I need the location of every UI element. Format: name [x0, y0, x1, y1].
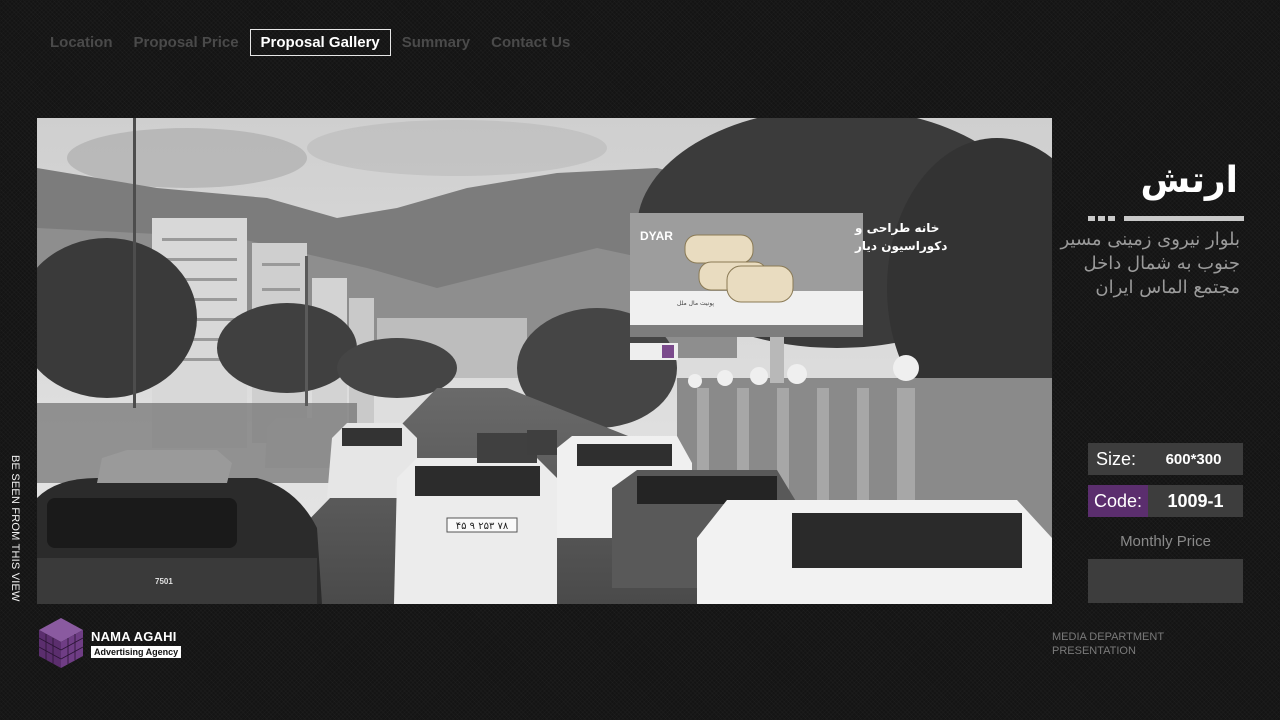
- code-row: Code: 1009-1: [1088, 485, 1243, 517]
- brand-tagline: Advertising Agency: [91, 645, 182, 658]
- nav-summary[interactable]: Summary: [392, 29, 480, 56]
- billboard-photo: DYAR خانه طراحی و دکوراسیون دیار پونیت م…: [37, 118, 1052, 604]
- billboard-headline-line2: دکوراسیون دیار: [854, 239, 947, 254]
- size-label: Size:: [1096, 448, 1137, 469]
- nav-contact-us[interactable]: Contact Us: [481, 29, 580, 56]
- location-address: بلوار نیروی زمینی مسیر جنوب به شمال داخل…: [1060, 229, 1240, 298]
- monthly-price-label: Monthly Price: [1120, 533, 1211, 550]
- side-caption: BE SEEN FROM THIS VIEW: [9, 455, 35, 605]
- billboard-brand: DYAR: [640, 229, 673, 243]
- footer-line-1: MEDIA DEPARTMENT: [1052, 631, 1165, 643]
- footer-line-2: PRESENTATION: [1052, 645, 1136, 657]
- size-row: Size: 600*300: [1088, 443, 1243, 475]
- nav-proposal-price[interactable]: Proposal Price: [124, 29, 249, 56]
- brand-name: NAMA AGAHI: [91, 628, 177, 644]
- nav-location[interactable]: Location: [40, 29, 123, 56]
- car-plate-2: ۴۵ ۹ ۲۵۳ ۷۸: [456, 521, 509, 532]
- size-value: 600*300: [1165, 450, 1222, 468]
- footer-text: MEDIA DEPARTMENT PRESENTATION: [1052, 630, 1164, 658]
- agency-logo: NAMA AGAHI Advertising Agency: [37, 616, 182, 670]
- cube-logo-icon: [38, 618, 84, 668]
- title-divider: [1088, 216, 1244, 222]
- top-navigation: Location Proposal Price Proposal Gallery…: [40, 27, 581, 57]
- street-scene-illustration: DYAR خانه طراحی و دکوراسیون دیار پونیت م…: [37, 118, 1052, 604]
- code-value: 1009-1: [1167, 490, 1224, 511]
- monthly-price-box: [1088, 559, 1243, 603]
- nav-proposal-gallery[interactable]: Proposal Gallery: [249, 28, 391, 56]
- car-plate-1: 7501: [155, 577, 173, 586]
- billboard-headline-line1: خانه طراحی و: [854, 221, 939, 236]
- side-caption-text: BE SEEN FROM THIS VIEW: [9, 455, 21, 602]
- code-label: Code:: [1088, 485, 1149, 517]
- billboard-subline: پونیت مال ملل: [677, 300, 714, 307]
- location-title: ارتش: [1140, 160, 1238, 201]
